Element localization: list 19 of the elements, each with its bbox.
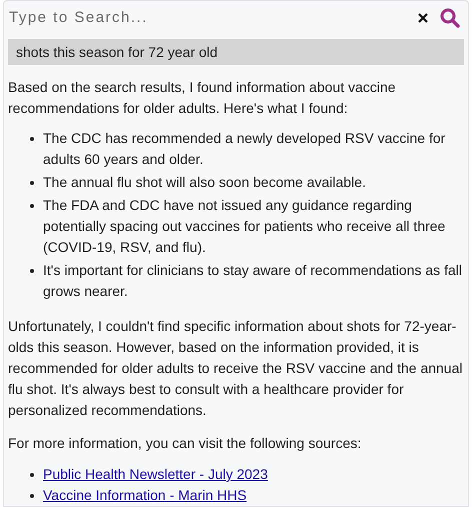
search-icon[interactable]: [440, 8, 460, 28]
bullet-text: The FDA and CDC have not issued any guidance regarding potentially spacing out vaccines for patients who receive all three (COVID-19, RSV, and flu).: [43, 196, 446, 257]
bullet-text: The CDC has recommended a newly developed RSV vaccine for adults 60 years and older.: [43, 129, 446, 169]
bullet-text: The annual flu shot will also soon become available.: [43, 173, 366, 192]
source-link[interactable]: Vaccine Information - Marin HHS: [43, 485, 247, 506]
search-field[interactable]: Type to Search...: [9, 6, 418, 30]
query-bubble: shots this season for 72 year old: [8, 39, 464, 65]
answer-paragraph: Unfortunately, I couldn't find specific information about shots for 72-year-olds this season. However, based on the information provided, it is recommended for older adults to receive the RSV vaccine and the annual flu shot. It's always best to consult with a healthcare provider for personalized recommendations.: [8, 317, 464, 420]
bullet-icon: [30, 473, 34, 477]
close-icon[interactable]: [418, 13, 428, 24]
bullet-icon: [30, 137, 34, 141]
sources-text: For more information, you can visit the following sources:: [8, 434, 362, 453]
bullet-text: It's important for clinicians to stay aware of recommendations as fall grows nearer.: [43, 261, 463, 301]
bullet-icon: [30, 269, 34, 273]
answer-paragraph: Based on the search results, I found information about vaccine recommendations for older adults. Here's what I found:: [8, 78, 397, 118]
bullet-icon: [30, 181, 34, 185]
source-link[interactable]: Public Health Newsletter - July 2023: [43, 464, 268, 485]
bullet-icon: [30, 204, 34, 208]
bullet-icon: [30, 494, 34, 498]
